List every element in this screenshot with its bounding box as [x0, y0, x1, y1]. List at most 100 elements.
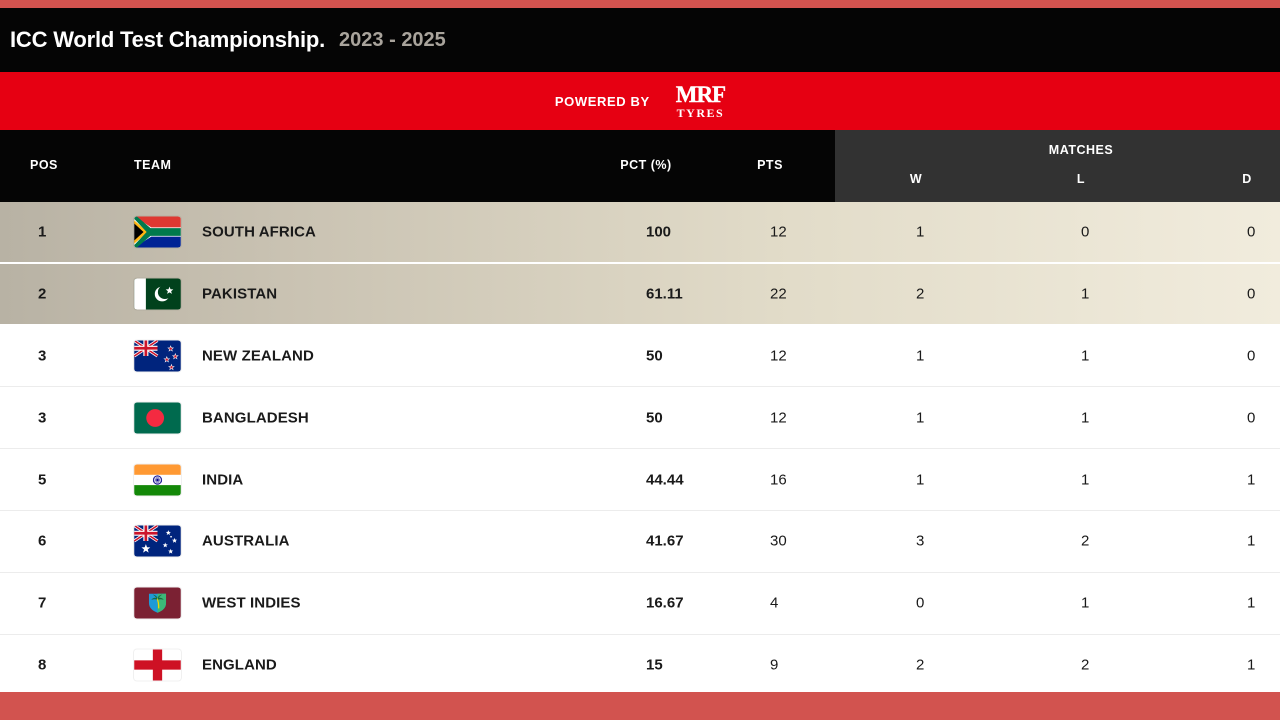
team-points: 9: [770, 656, 779, 674]
title-bar: ICC World Test Championship. 2023 - 2025: [0, 8, 1280, 72]
flag-bangladesh-icon: [134, 402, 181, 434]
team-points: 4: [770, 594, 779, 612]
matches-group-background: [835, 130, 1280, 202]
flag-england-icon: [134, 649, 181, 681]
flag-image: [134, 649, 181, 681]
season-range: 2023 - 2025: [339, 28, 446, 51]
flag-image: [134, 278, 181, 310]
team-name[interactable]: SOUTH AFRICA: [202, 223, 316, 240]
powered-by-label: POWERED BY: [554, 93, 650, 109]
team-position: 6: [38, 532, 47, 550]
mrf-wordmark: MRF: [675, 82, 727, 107]
team-draws: 0: [1247, 223, 1256, 241]
team-draws: 1: [1247, 656, 1256, 674]
table-row[interactable]: 2 PAKISTAN 61.11 22 2 1 0: [0, 263, 1280, 326]
table-row[interactable]: 8 ENGLAND 15 9 2 2 1: [0, 634, 1280, 697]
team-position: 3: [38, 409, 47, 427]
team-losses: 1: [1081, 594, 1090, 612]
flag-image: [134, 340, 181, 372]
team-points: 30: [770, 532, 787, 550]
flag-south-africa-icon: [134, 216, 181, 248]
team-losses: 2: [1081, 532, 1090, 550]
team-name[interactable]: WEST INDIES: [202, 595, 301, 612]
standings-table-body: 1 SOUTH AFRICA 100 12 1 0 0 2 PAKISTAN 61.11 22 2…: [0, 202, 1280, 697]
table-row[interactable]: 1 SOUTH AFRICA 100 12 1 0 0: [0, 202, 1280, 264]
team-losses: 1: [1081, 409, 1090, 427]
team-losses: 1: [1081, 285, 1090, 303]
flag-image: [134, 402, 181, 434]
team-points: 16: [770, 471, 787, 489]
column-header-pct[interactable]: PCT (%): [620, 158, 671, 172]
table-row[interactable]: 5 INDIA 44.44 16 1 1 1: [0, 449, 1280, 511]
mrf-tyres-logo: MRF TYRES: [675, 82, 727, 120]
flag-new-zealand-icon: [134, 340, 181, 372]
flag-australia-icon: [134, 525, 181, 557]
column-header-wins[interactable]: W: [910, 172, 922, 186]
team-position: 8: [38, 656, 47, 674]
team-name[interactable]: BANGLADESH: [202, 409, 309, 426]
team-points: 12: [770, 347, 787, 365]
team-wins: 3: [916, 532, 925, 550]
bottom-accent-band: [0, 692, 1280, 720]
column-header-losses[interactable]: L: [1077, 172, 1085, 186]
team-wins: 2: [916, 656, 925, 674]
column-header-team[interactable]: TEAM: [134, 158, 171, 172]
team-wins: 2: [916, 285, 925, 303]
flag-west-indies-icon: [134, 587, 181, 619]
team-position: 7: [38, 594, 47, 612]
team-draws: 0: [1247, 347, 1256, 365]
team-draws: 0: [1247, 285, 1256, 303]
team-draws: 1: [1247, 471, 1256, 489]
team-wins: 1: [916, 409, 925, 427]
team-position: 2: [38, 285, 47, 303]
team-losses: 2: [1081, 656, 1090, 674]
tyres-wordmark: TYRES: [676, 106, 725, 120]
team-name[interactable]: ENGLAND: [202, 656, 277, 673]
team-points: 22: [770, 285, 787, 303]
team-name[interactable]: NEW ZEALAND: [202, 347, 314, 364]
flag-image: [134, 216, 181, 248]
team-wins: 1: [916, 347, 925, 365]
table-row[interactable]: 6 AUSTRALIA 41.67 30 3 2 1: [0, 510, 1280, 573]
team-wins: 0: [916, 594, 925, 612]
table-row[interactable]: 3 BANGLADESH 50 12 1 1 0: [0, 387, 1280, 450]
table-row[interactable]: 3 NEW ZEALAND 50 12 1 1 0: [0, 325, 1280, 388]
flag-image: [134, 587, 181, 619]
team-wins: 1: [916, 223, 925, 241]
team-pct: 50: [646, 347, 663, 365]
team-pct: 100: [646, 223, 672, 241]
team-losses: 0: [1081, 223, 1090, 241]
team-position: 1: [38, 223, 47, 241]
flag-india-icon: [134, 464, 181, 496]
team-pct: 44.44: [646, 471, 684, 489]
team-position: 5: [38, 471, 47, 489]
team-pct: 16.67: [646, 594, 684, 612]
team-position: 3: [38, 347, 47, 365]
team-draws: 1: [1247, 594, 1256, 612]
team-pct: 61.11: [646, 285, 683, 303]
team-wins: 1: [916, 471, 925, 489]
flag-image: [134, 525, 181, 557]
team-losses: 1: [1081, 471, 1090, 489]
page-title: ICC World Test Championship.: [10, 27, 326, 52]
column-header-pts[interactable]: PTS: [757, 158, 783, 172]
column-header-pos[interactable]: POS: [30, 158, 58, 172]
team-name[interactable]: AUSTRALIA: [202, 533, 290, 550]
standings-page: ICC World Test Championship. 2023 - 2025…: [0, 0, 1280, 720]
team-points: 12: [770, 409, 787, 427]
column-header-matches: MATCHES: [1048, 143, 1114, 157]
team-draws: 1: [1247, 532, 1256, 550]
flag-pakistan-icon: [134, 278, 181, 310]
sponsor-bar: POWERED BY MRF TYRES: [0, 72, 1280, 130]
column-header-draws[interactable]: D: [1242, 172, 1252, 186]
table-row[interactable]: 7 WEST INDIES 16.67 4 0 1 1: [0, 572, 1280, 635]
team-pct: 41.67: [646, 532, 684, 550]
flag-image: [134, 464, 181, 496]
team-pct: 15: [646, 656, 663, 674]
top-accent-band: [0, 0, 1280, 8]
team-losses: 1: [1081, 347, 1090, 365]
team-name[interactable]: INDIA: [202, 471, 243, 488]
team-name[interactable]: PAKISTAN: [202, 285, 277, 302]
team-points: 12: [770, 223, 787, 241]
team-draws: 0: [1247, 409, 1256, 427]
